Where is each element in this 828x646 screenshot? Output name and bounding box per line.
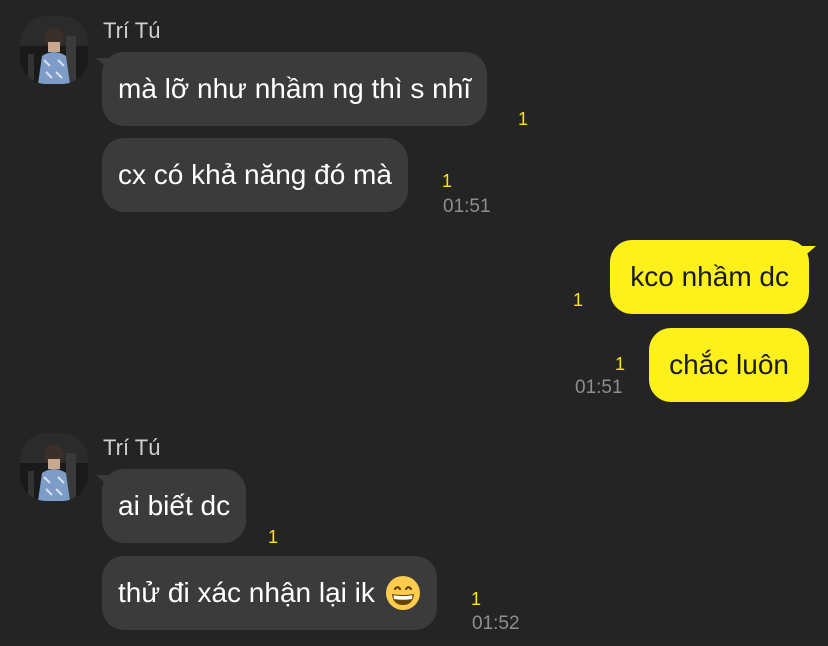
message-text: cx có khả năng đó mà	[118, 159, 392, 190]
avatar-photo	[20, 16, 88, 84]
sender-avatar[interactable]	[20, 16, 88, 84]
grinning-face-icon	[385, 576, 420, 610]
message-bubble[interactable]: chắc luôn	[649, 328, 809, 402]
message-bubble[interactable]: mà lỡ như nhầm ng thì s nhĩ	[102, 52, 488, 126]
message-text: mà lỡ như nhầm ng thì s nhĩ	[118, 73, 472, 104]
avatar-photo	[20, 433, 88, 501]
message-text: chắc luôn	[669, 349, 789, 380]
unread-count: 1	[615, 354, 626, 374]
message-timestamp: 01:52	[472, 613, 520, 634]
message-bubble[interactable]: kco nhầm dc	[610, 240, 809, 314]
message-timestamp: 01:51	[575, 377, 623, 398]
sender-name: Trí Tú	[103, 18, 161, 43]
unread-count: 1	[471, 589, 482, 609]
message-timestamp: 01:51	[443, 196, 491, 217]
message-text: ai biết dc	[118, 490, 231, 521]
sender-name: Trí Tú	[103, 435, 161, 460]
sender-avatar[interactable]	[20, 433, 88, 501]
message-text: kco nhầm dc	[630, 261, 789, 292]
unread-count: 1	[442, 171, 453, 191]
message-bubble[interactable]: thử đi xác nhận lại ik	[102, 556, 437, 630]
unread-count: 1	[268, 527, 279, 547]
unread-count: 1	[573, 290, 584, 310]
message-bubble[interactable]: ai biết dc	[102, 469, 247, 543]
message-text: thử đi xác nhận lại ik	[118, 577, 375, 608]
message-bubble[interactable]: cx có khả năng đó mà	[102, 138, 408, 212]
unread-count: 1	[518, 109, 529, 129]
